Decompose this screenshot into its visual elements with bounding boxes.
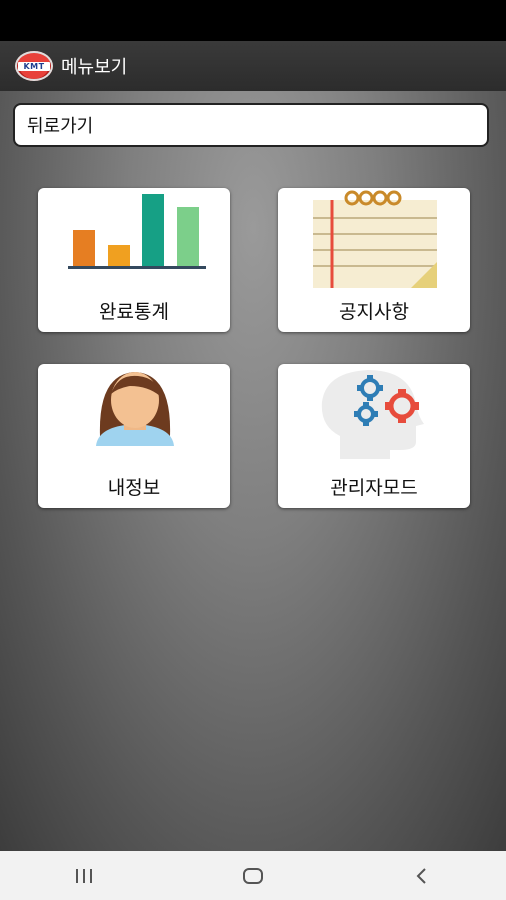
app-logo: KMT <box>15 51 53 81</box>
home-icon <box>242 867 263 884</box>
recent-apps-icon <box>76 868 93 883</box>
menu-tile-label: 완료통계 <box>99 301 169 323</box>
user-avatar-icon <box>96 372 174 446</box>
menu-tile-label: 관리자모드 <box>330 477 418 499</box>
logo-text: KMT <box>23 61 45 71</box>
back-button[interactable]: 뒤로가기 <box>13 103 489 147</box>
back-icon <box>416 867 426 884</box>
status-bar <box>0 0 506 41</box>
app-title: 메뉴보기 <box>61 57 128 78</box>
menu-tile-notices[interactable]: 공지사항 <box>278 188 470 332</box>
menu-tile-admin[interactable]: 관리자모드 <box>278 364 470 508</box>
system-nav-bar <box>0 851 506 900</box>
bar-chart-icon <box>68 194 206 269</box>
back-button-label: 뒤로가기 <box>27 116 94 137</box>
home-button[interactable] <box>223 856 283 896</box>
recent-apps-button[interactable] <box>54 856 114 896</box>
menu-tile-my-info[interactable]: 내정보 <box>38 364 230 508</box>
menu-tile-label: 내정보 <box>107 477 161 499</box>
gears-head-icon <box>321 370 424 459</box>
content-area: 뒤로가기 완료통계 공지사항 내정보 관리자모드 <box>0 91 506 851</box>
app-bar: KMT 메뉴보기 <box>0 41 506 91</box>
nav-back-button[interactable] <box>392 856 452 896</box>
menu-tile-stats[interactable]: 완료통계 <box>38 188 230 332</box>
menu-tile-label: 공지사항 <box>339 301 409 323</box>
notepad-icon <box>313 190 437 288</box>
